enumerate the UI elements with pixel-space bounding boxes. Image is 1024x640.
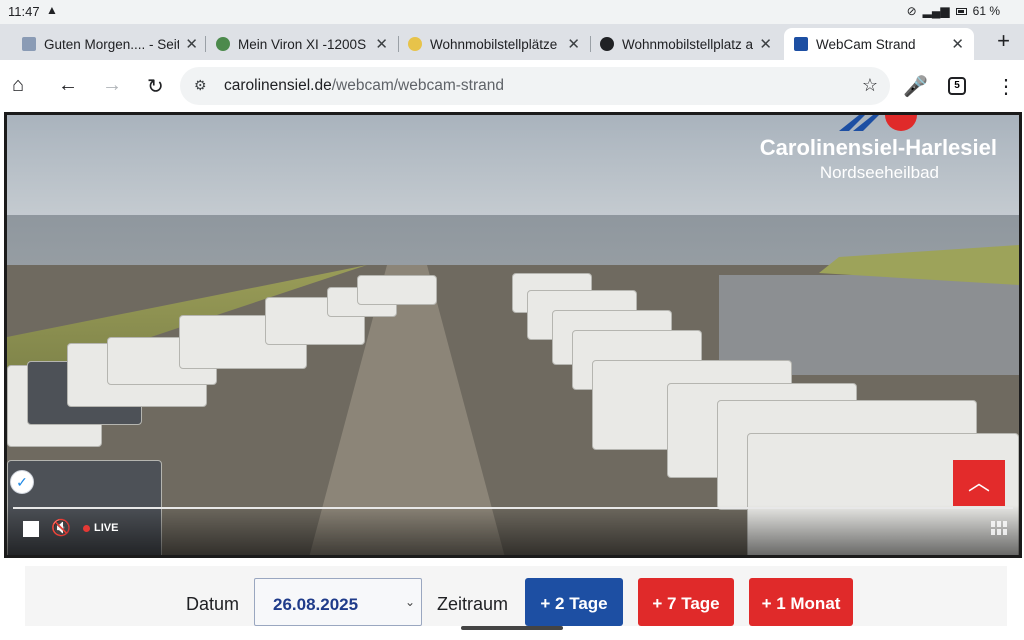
plus-7-days-button[interactable]: + 7 Tage (638, 578, 734, 626)
microphone-icon[interactable]: 🎤 (903, 74, 928, 99)
motorhome (357, 275, 437, 305)
mute-notification-icon: ⊘ (906, 4, 917, 18)
plus-2-days-button[interactable]: + 2 Tage (525, 578, 623, 626)
carolinensiel-logo-icon (839, 115, 917, 131)
forward-icon[interactable]: → (102, 74, 122, 97)
warning-icon: ▲ (46, 3, 58, 17)
logo-title: Carolinensiel-Harlesiel (759, 135, 997, 160)
datum-label: Datum (186, 594, 240, 614)
status-icons: ⊘ ▂▄▆ 61 % (907, 4, 1000, 18)
menu-icon[interactable]: ⋮ (996, 74, 1016, 99)
live-indicator: LIVE (83, 522, 118, 534)
close-icon[interactable]: ✕ (951, 35, 964, 53)
stop-button[interactable] (23, 521, 39, 537)
close-icon[interactable]: ✕ (567, 35, 580, 53)
date-value: 26.08.2025 (273, 595, 359, 614)
tab-favicon-icon (216, 37, 230, 51)
muted-icon[interactable]: 🔇 (51, 518, 71, 538)
security-check-icon[interactable]: ✓ (10, 470, 34, 494)
tab-title: Guten Morgen.... - Seite (44, 36, 180, 52)
progress-bar[interactable] (13, 507, 1013, 509)
address-bar[interactable]: ⚙ carolinensiel.de/webcam/webcam-strand … (180, 67, 890, 105)
page-content: Carolinensiel-Harlesiel Nordseeheilbad 🔇… (0, 112, 1024, 640)
chevron-down-icon: ⌄ (404, 595, 415, 609)
controls-panel (25, 566, 1007, 626)
scroll-to-top-button[interactable]: ︿ (953, 460, 1005, 506)
tab-viron[interactable]: Mein Viron XI -1200S - ✕ (206, 28, 398, 60)
player-controls: 🔇 LIVE (7, 505, 1019, 555)
tab-favicon-icon (794, 37, 808, 51)
battery-percent: 61 % (972, 4, 1000, 18)
status-bar: 11:47 ▲ ⊘ ▂▄▆ 61 % (0, 0, 1024, 24)
tab-favicon-icon (408, 37, 422, 51)
live-dot-icon (83, 524, 90, 532)
tab-guten-morgen[interactable]: Guten Morgen.... - Seite ✕ (12, 28, 208, 60)
date-select[interactable]: 26.08.2025 ⌄ (254, 578, 422, 626)
site-settings-icon[interactable]: ⚙ (194, 77, 207, 94)
tab-wohnmobilstellplatz[interactable]: Wohnmobilstellplatz an ✕ (590, 28, 782, 60)
tab-strip: Guten Morgen.... - Seite ✕ Mein Viron XI… (0, 24, 1024, 60)
back-icon[interactable]: ← (58, 74, 78, 97)
tab-title: Wohnmobilstellplatz an (622, 36, 754, 52)
tab-wohnmobilstellplaetze[interactable]: Wohnmobilstellplätze a ✕ (398, 28, 590, 60)
tab-count-button[interactable]: 5 (948, 77, 966, 95)
grid-view-icon[interactable] (991, 521, 1007, 535)
gesture-nav-handle[interactable] (461, 626, 563, 630)
bookmark-star-icon[interactable]: ☆ (862, 75, 878, 96)
tab-title: Mein Viron XI -1200S - (238, 36, 370, 52)
new-tab-button[interactable]: + (997, 28, 1010, 54)
battery-icon (955, 7, 967, 15)
webcam-video[interactable]: Carolinensiel-Harlesiel Nordseeheilbad 🔇… (4, 112, 1022, 558)
live-label: LIVE (94, 522, 119, 534)
reload-icon[interactable]: ↻ (147, 74, 164, 99)
browser-toolbar: ⌂ ← → ↻ ⚙ carolinensiel.de/webcam/webcam… (0, 60, 1024, 112)
logo-subtitle: Nordseeheilbad (819, 163, 939, 182)
close-icon[interactable]: ✕ (759, 35, 772, 53)
plus-1-month-button[interactable]: + 1 Monat (749, 578, 853, 626)
url-text[interactable]: carolinensiel.de/webcam/webcam-strand (224, 77, 504, 95)
tab-title: Wohnmobilstellplätze a (430, 36, 562, 52)
tab-title: WebCam Strand (816, 36, 916, 52)
zeitraum-label: Zeitraum (437, 594, 509, 614)
close-icon[interactable]: ✕ (375, 35, 388, 53)
status-time: 11:47 (8, 4, 40, 19)
tab-favicon-icon (600, 37, 614, 51)
tab-favicon-icon (22, 37, 36, 51)
tab-webcam-strand[interactable]: WebCam Strand ✕ (784, 28, 974, 60)
close-icon[interactable]: ✕ (185, 35, 198, 53)
signal-icon: ▂▄▆ (922, 4, 950, 18)
home-icon[interactable]: ⌂ (12, 74, 24, 97)
